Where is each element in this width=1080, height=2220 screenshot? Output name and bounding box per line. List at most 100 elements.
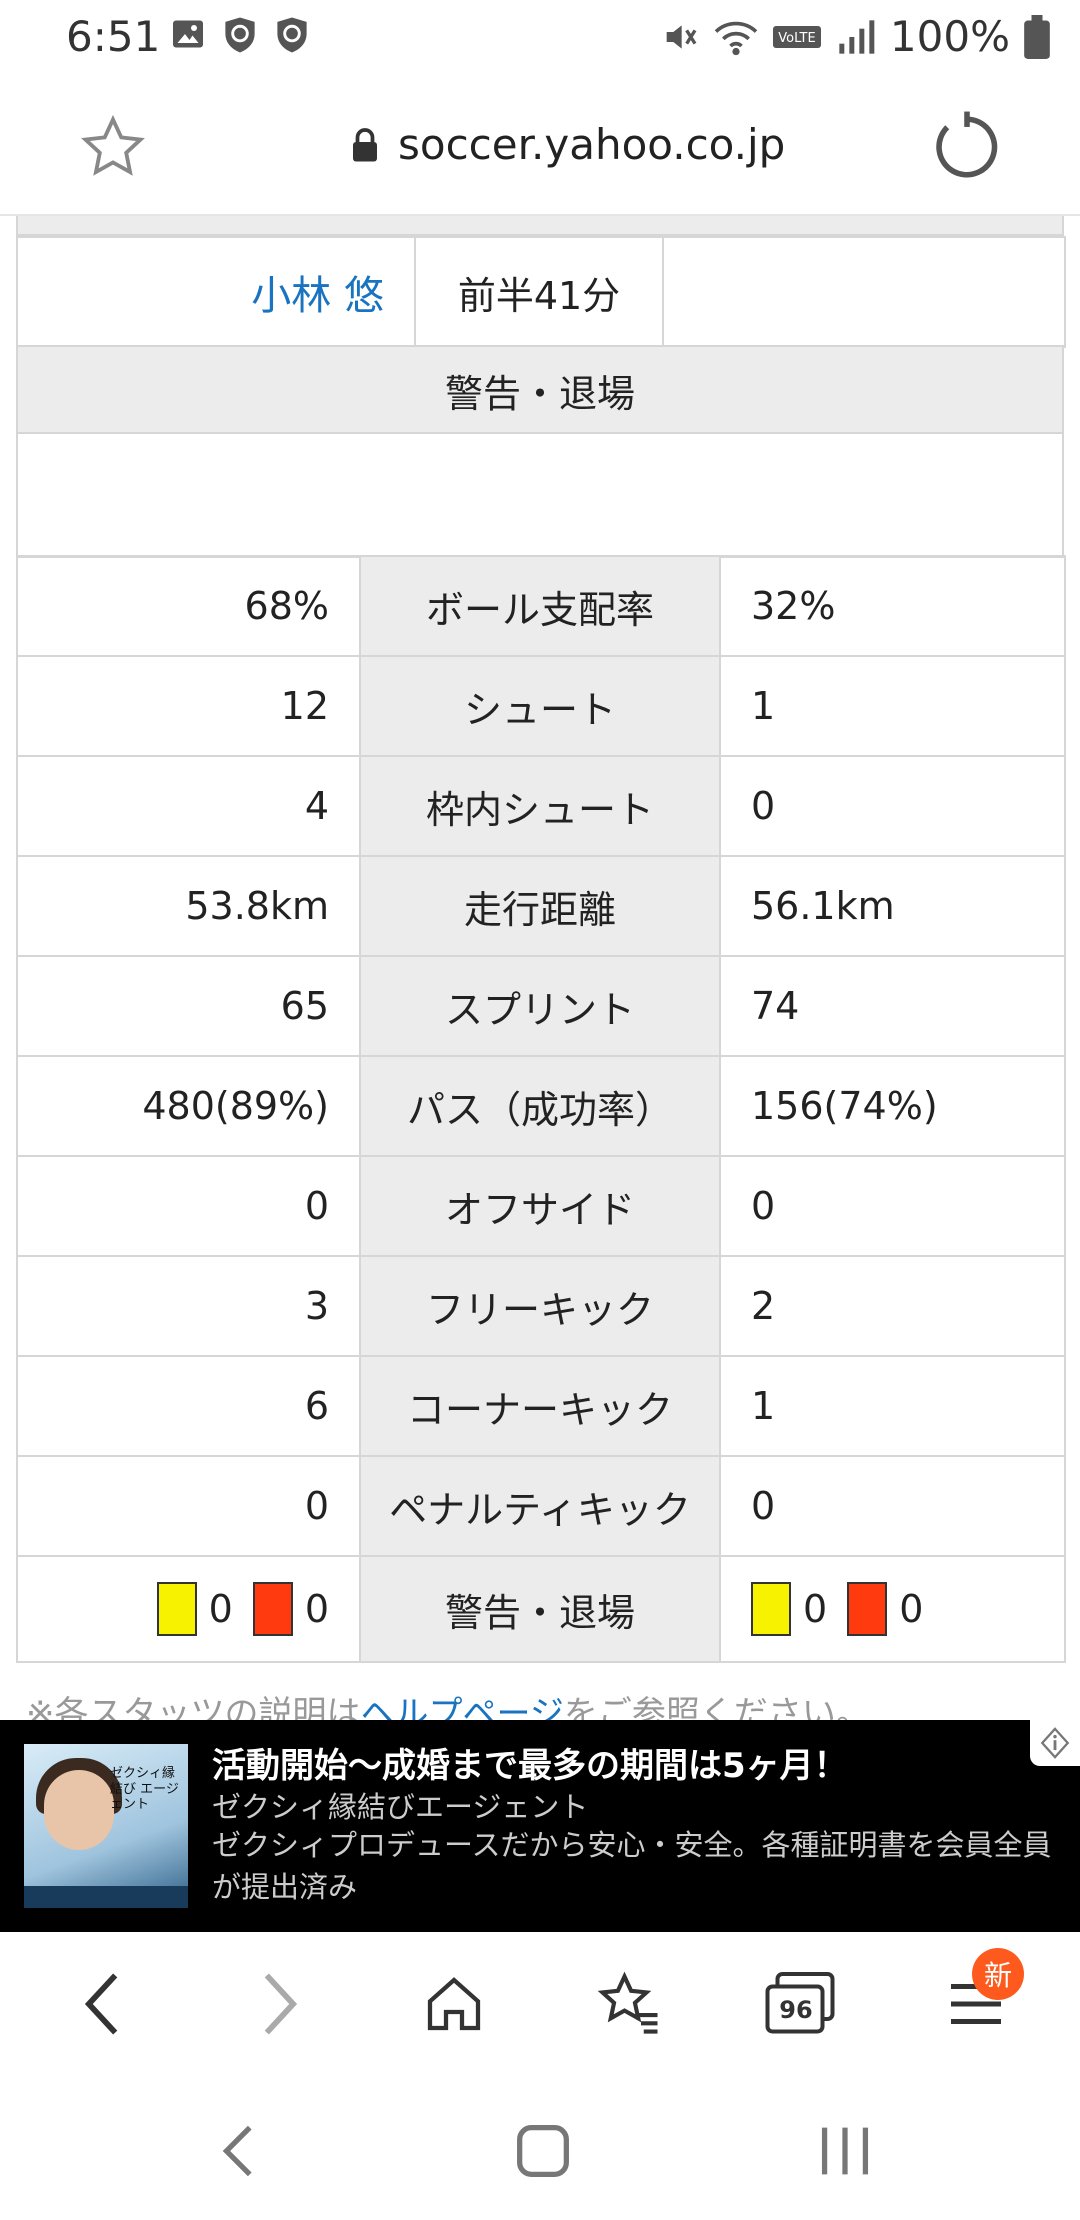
address-bar: soccer.yahoo.co.jp bbox=[0, 76, 1080, 216]
empty-cell bbox=[16, 432, 1064, 558]
away-value: 1 bbox=[719, 655, 1066, 757]
ad-banner[interactable]: ゼクシィ縁結び エージェント 活動開始〜成婚まで最多の期間は5ヶ月！ ゼクシィ縁… bbox=[0, 1720, 1080, 1932]
home-value: 0 bbox=[16, 1155, 361, 1257]
home-value: 6 bbox=[16, 1355, 361, 1457]
team-stats-table: 68% ボール支配率 32% 12 シュート 1 4 枠内シュート 0 53.8… bbox=[16, 555, 1066, 1663]
url-field[interactable]: soccer.yahoo.co.jp bbox=[350, 120, 785, 169]
status-bar: 6:51 VoLTE 100% bbox=[0, 0, 1080, 76]
home-value: 0 bbox=[16, 1455, 361, 1557]
away-value: 56.1km bbox=[719, 855, 1066, 957]
volte-icon: VoLTE bbox=[772, 25, 821, 48]
stat-row-shots: 12 シュート 1 bbox=[16, 655, 1066, 757]
stat-row-corner-kicks: 6 コーナーキック 1 bbox=[16, 1355, 1066, 1457]
system-home-icon[interactable] bbox=[508, 2116, 578, 2186]
red-card-icon bbox=[847, 1582, 888, 1636]
ad-info-icon[interactable] bbox=[1030, 1720, 1080, 1766]
stat-row-possession: 68% ボール支配率 32% bbox=[16, 555, 1066, 657]
cards-section-body bbox=[16, 432, 1064, 558]
svg-text:VoLTE: VoLTE bbox=[778, 31, 815, 46]
bookmark-star-icon[interactable] bbox=[80, 114, 146, 180]
away-value: 0 bbox=[719, 755, 1066, 857]
away-value: 156(74%) bbox=[719, 1055, 1066, 1157]
tabs-button[interactable]: 96 bbox=[762, 1966, 838, 2042]
away-value: 0 bbox=[719, 1155, 1066, 1257]
away-value: 1 bbox=[719, 1355, 1066, 1457]
stat-label: スプリント bbox=[359, 955, 721, 1057]
ad-image-brand: ゼクシィ縁結び エージェント bbox=[110, 1766, 179, 1813]
shield-icon bbox=[225, 17, 255, 53]
home-value: 3 bbox=[16, 1255, 361, 1357]
table-header-strip bbox=[16, 216, 1064, 236]
home-value: 53.8km bbox=[16, 855, 361, 957]
home-value: 4 bbox=[16, 755, 361, 857]
stat-row-penalty-kicks: 0 ペナルティキック 0 bbox=[16, 1455, 1066, 1557]
tab-count: 96 bbox=[779, 1996, 813, 2024]
home-value: 12 bbox=[16, 655, 361, 757]
table-row: 小林 悠 前半41分 bbox=[16, 236, 1066, 348]
mute-icon bbox=[666, 24, 697, 49]
image-icon bbox=[173, 20, 203, 48]
red-card-icon bbox=[252, 1582, 293, 1636]
home-value: 65 bbox=[16, 955, 361, 1057]
stat-label: コーナーキック bbox=[359, 1355, 721, 1457]
home-cards: 00 bbox=[16, 1555, 361, 1663]
ad-description: ゼクシィプロデュースだから安心・安全。各種証明書を会員全員が提出済み bbox=[212, 1828, 1052, 1904]
stats-note: ※各スタッツの説明はヘルプページをご参照ください。 bbox=[26, 1686, 870, 1720]
away-value: 2 bbox=[719, 1255, 1066, 1357]
system-nav-bar bbox=[0, 2076, 1080, 2220]
stat-label: 枠内シュート bbox=[359, 755, 721, 857]
forward-button[interactable] bbox=[242, 1966, 318, 2042]
reload-icon[interactable] bbox=[930, 110, 1004, 184]
system-back-icon[interactable] bbox=[206, 2116, 276, 2186]
stat-row-shots-on-target: 4 枠内シュート 0 bbox=[16, 755, 1066, 857]
back-arrow-icon bbox=[84, 1973, 118, 2035]
away-cards: 00 bbox=[719, 1555, 1066, 1663]
clock: 6:51 bbox=[66, 12, 161, 61]
stat-label: ペナルティキック bbox=[359, 1455, 721, 1557]
ad-model-face bbox=[44, 1770, 114, 1850]
home-yellow-count: 0 bbox=[208, 1587, 233, 1631]
cards-section-header: 警告・退場 bbox=[16, 345, 1064, 435]
lock-icon bbox=[353, 127, 377, 161]
ad-image-strip bbox=[24, 1886, 188, 1908]
stat-row-passes: 480(89%) パス（成功率） 156(74%) bbox=[16, 1055, 1066, 1157]
match-stats-page: 小林 悠 前半41分 警告・退場 68% ボール支配率 32% 12 シュート … bbox=[0, 216, 1080, 1720]
away-value: 0 bbox=[719, 1455, 1066, 1557]
stat-row-cards: 00 警告・退場 00 bbox=[16, 1555, 1066, 1663]
yellow-card-icon bbox=[751, 1582, 791, 1636]
ad-title[interactable]: 活動開始〜成婚まで最多の期間は5ヶ月！ bbox=[212, 1738, 848, 1787]
ad-sponsor: ゼクシィ縁結びエージェント bbox=[212, 1790, 589, 1824]
shield-icon bbox=[277, 17, 307, 53]
note-suffix: をご参照ください。 bbox=[563, 1694, 870, 1720]
back-button[interactable] bbox=[64, 1966, 140, 2042]
home-value: 68% bbox=[16, 555, 361, 657]
home-icon bbox=[427, 1977, 481, 2031]
system-recents-icon[interactable] bbox=[810, 2116, 880, 2186]
stat-label: ボール支配率 bbox=[359, 555, 721, 657]
stat-label: 警告・退場 bbox=[359, 1555, 721, 1663]
goal-time: 前半41分 bbox=[414, 236, 664, 348]
ad-image[interactable]: ゼクシィ縁結び エージェント bbox=[24, 1744, 188, 1908]
help-page-link[interactable]: ヘルプページ bbox=[361, 1694, 564, 1720]
away-value: 74 bbox=[719, 955, 1066, 1057]
away-scorer-cell bbox=[662, 236, 1066, 348]
scorer-table: 小林 悠 前半41分 bbox=[16, 236, 1066, 348]
forward-arrow-icon bbox=[264, 1973, 298, 2035]
stat-row-distance: 53.8km 走行距離 56.1km bbox=[16, 855, 1066, 957]
away-red-count: 0 bbox=[899, 1587, 924, 1631]
stat-label: フリーキック bbox=[359, 1255, 721, 1357]
bookmarks-button[interactable] bbox=[592, 1966, 668, 2042]
scorer-name-link[interactable]: 小林 悠 bbox=[16, 236, 416, 348]
wifi-icon bbox=[714, 21, 758, 55]
url-text: soccer.yahoo.co.jp bbox=[398, 120, 786, 169]
star-list-icon bbox=[597, 1971, 658, 2034]
stat-row-offsides: 0 オフサイド 0 bbox=[16, 1155, 1066, 1257]
battery-percent: 100% bbox=[889, 12, 1010, 61]
stat-label: 走行距離 bbox=[359, 855, 721, 957]
home-button[interactable] bbox=[416, 1966, 492, 2042]
home-value: 480(89%) bbox=[16, 1055, 361, 1157]
stat-label: シュート bbox=[359, 655, 721, 757]
stat-label: オフサイド bbox=[359, 1155, 721, 1257]
note-prefix: ※各スタッツの説明は bbox=[26, 1694, 361, 1720]
battery-icon bbox=[1024, 14, 1050, 59]
